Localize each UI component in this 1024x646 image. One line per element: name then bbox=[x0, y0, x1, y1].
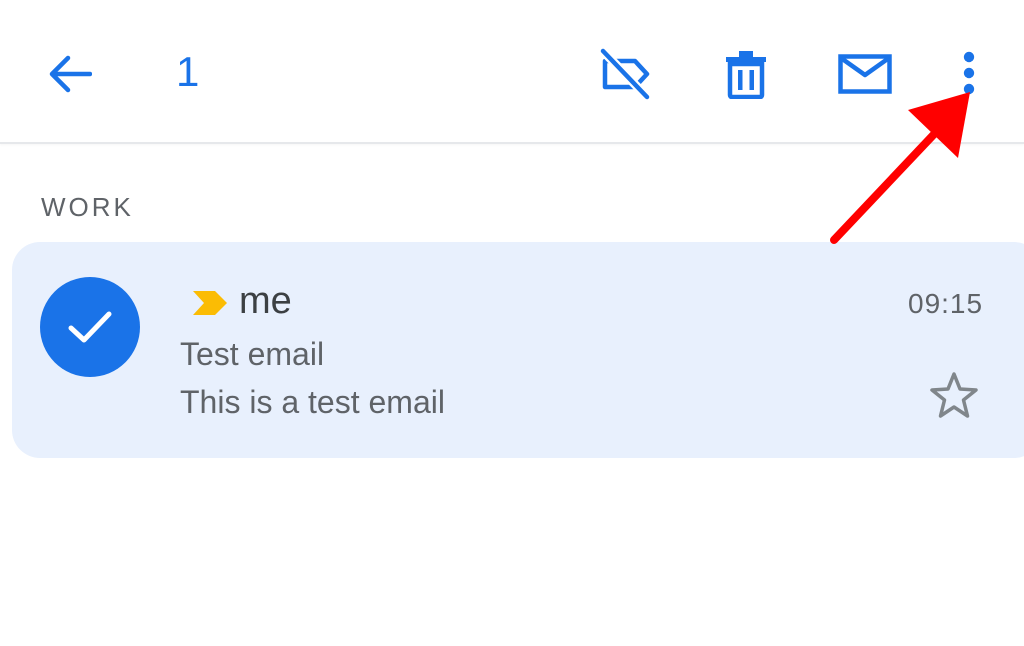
label-off-button[interactable] bbox=[596, 44, 656, 104]
email-subject: Test email bbox=[180, 336, 325, 372]
section-header-work: WORK bbox=[41, 192, 134, 222]
back-button[interactable] bbox=[40, 46, 100, 102]
email-snippet: This is a test email bbox=[180, 384, 445, 420]
arrow-left-icon bbox=[49, 55, 92, 93]
mark-unread-button[interactable] bbox=[834, 44, 896, 104]
label-off-icon bbox=[599, 47, 652, 101]
check-icon bbox=[68, 311, 112, 343]
email-sender: me bbox=[239, 280, 292, 322]
star-outline-icon bbox=[930, 372, 978, 418]
selection-toolbar: 1 bbox=[0, 0, 1024, 144]
selected-count: 1 bbox=[176, 48, 200, 95]
star-button[interactable] bbox=[926, 368, 982, 422]
email-time: 09:15 bbox=[908, 288, 984, 319]
importance-marker-icon[interactable] bbox=[192, 290, 228, 316]
mail-icon bbox=[838, 54, 892, 94]
gmail-selection-screen: 1 WORK me 09:15 Test email This is a tes… bbox=[0, 0, 1024, 646]
delete-button[interactable] bbox=[716, 44, 776, 104]
email-list-item[interactable] bbox=[12, 242, 1024, 458]
selected-avatar[interactable] bbox=[40, 277, 140, 377]
more-options-button[interactable] bbox=[946, 40, 992, 106]
more-vertical-icon bbox=[963, 51, 975, 95]
trash-icon bbox=[726, 51, 766, 99]
